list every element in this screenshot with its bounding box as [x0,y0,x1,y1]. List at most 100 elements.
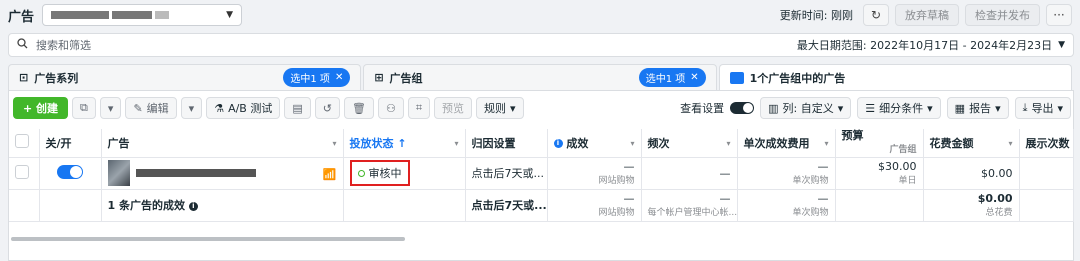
export-button[interactable]: ⤓ 导出 ▾ [1014,97,1071,119]
chevron-down-icon: ▾ [510,101,516,115]
summary-cpr-cell: — 单次购物 [737,189,836,222]
ad-name-cell: 📶 [101,157,344,190]
column-header-delivery[interactable]: 投放状态 ↑ ▾ [343,129,466,158]
date-range-picker[interactable]: 最大日期范围: 2022年10月17日 - 2024年2月23日 ▼ [797,37,1065,53]
frequency-value: — [719,166,731,180]
sort-icon: ▾ [630,139,635,148]
column-header-results[interactable]: i 成效 ▾ [547,129,642,158]
attribution-cell: 点击后7天或... [465,157,548,190]
header-label: 单次成效费用 [743,136,810,150]
close-icon[interactable]: ✕ [690,72,698,83]
summary-status-cell [343,189,466,222]
clipboard-icon: ▤ [292,101,303,115]
column-header-attribution[interactable]: 归因设置 [465,129,548,158]
sort-icon: ▾ [726,139,731,148]
tab-ad-sets[interactable]: ⊞ 广告组 选中1 项 ✕ [363,64,717,90]
chevron-down-icon: ▾ [927,101,933,115]
pencil-icon: ✎ [133,101,143,115]
rules-button[interactable]: 规则 ▾ [476,97,524,119]
summary-spend-value: $0.00 [977,192,1013,205]
undo-button[interactable]: ↺ [314,97,340,119]
tab-ads[interactable]: 1个广告组中的广告 [718,64,1072,90]
column-header-toggle[interactable]: 关/开 [39,129,102,158]
ad-on-off-toggle[interactable] [57,164,83,179]
summary-frequency-cell: — 每个帐户管理中心帐... [641,189,738,222]
tab-label: 广告系列 [34,71,79,85]
header-sublabel: 广告组 [889,145,917,156]
duplicate-icon: ⧉ [80,101,88,114]
duplicate-dropdown[interactable]: ▾ [99,97,122,119]
ab-test-label: A/B 测试 [228,102,273,115]
page-title: 广告 [8,9,35,25]
table-header-row: 关/开 广告 ▾ 投放状态 ↑ ▾ 归因设置 i 成效 ▾ 频次 ▾ 单次成效费用 ▾ 预… [9,129,1074,158]
breakdown-label: 细分条件 [879,102,924,115]
tab-campaigns[interactable]: ⊡ 广告系列 选中1 项 ✕ [8,64,362,90]
column-header-spend[interactable]: 花费金额 ▾ [923,129,1020,158]
select-all-checkbox[interactable] [15,134,29,149]
table-row[interactable]: 📶 审核中 点击后7天或... — 网站购物 — — 单次购物 $30.00 单日 $… [9,157,1074,190]
ads-panel: + 创建 ⧉ ▾ ✎ 编辑 ▾ ⚗ A/B 测试 ▤ ↺ 🗑 ⚇ ⌗ 预览 规则 ▾ … [8,90,1074,261]
results-sublabel: 网站购物 [598,176,635,186]
close-icon[interactable]: ✕ [335,72,343,83]
column-header-ad[interactable]: 广告 ▾ [101,129,344,158]
discard-drafts-button[interactable]: 放弃草稿 [895,4,959,26]
level-tabs: ⊡ 广告系列 选中1 项 ✕ ⊞ 广告组 选中1 项 ✕ 1个广告组中的广告 [8,64,1074,90]
tab-label: 1个广告组中的广告 [749,71,846,85]
breakdown-button[interactable]: ☰ 细分条件 ▾ [857,97,941,119]
cpr-value: — [817,160,829,173]
summary-label: 1 条广告的成效 [107,199,185,212]
rules-label: 规则 [484,102,507,115]
summary-results-value: — [623,192,635,205]
columns-button[interactable]: ▥ 列: 自定义 ▾ [760,97,852,119]
columns-icon: ▥ [768,101,779,115]
info-icon: i [553,139,563,149]
chip-label: 选中1 项 [290,74,330,85]
row-checkbox[interactable] [15,164,29,179]
summary-impressions-cell [1019,189,1074,222]
flask-icon: ⚗ [214,101,225,115]
review-publish-button[interactable]: 检查并发布 [965,4,1040,26]
summary-toggle-cell [39,189,102,222]
column-header-impressions[interactable]: 展示次数 [1019,129,1074,158]
redacted-ad-name[interactable] [135,169,256,177]
create-button[interactable]: + 创建 [13,97,69,119]
search-filter-bar[interactable]: 搜索和筛选 最大日期范围: 2022年10月17日 - 2024年2月23日 ▼ [8,33,1074,57]
reports-button[interactable]: ▦ 报告 ▾ [946,97,1009,119]
audience-button[interactable]: ⚇ [377,97,404,119]
toolbar: + 创建 ⧉ ▾ ✎ 编辑 ▾ ⚗ A/B 测试 ▤ ↺ 🗑 ⚇ ⌗ 预览 规则 ▾ … [13,96,1071,120]
preview-button[interactable]: 预览 [434,97,473,119]
tag-button[interactable]: ⌗ [407,97,431,119]
report-icon: ▦ [954,101,966,115]
summary-spend-sublabel: 总花费 [985,208,1013,218]
view-settings-label: 查看设置 [680,102,725,115]
selection-chip[interactable]: 选中1 项 ✕ [638,68,706,87]
date-range-label: 最大日期范围: 2022年10月17日 - 2024年2月23日 [796,39,1053,52]
column-header-frequency[interactable]: 频次 ▾ [641,129,738,158]
people-icon: ⚇ [385,101,396,115]
clipboard-button[interactable]: ▤ [284,97,311,119]
edit-dropdown[interactable]: ▾ [180,97,203,119]
ad-icon [729,71,744,84]
ab-test-button[interactable]: ⚗ A/B 测试 [206,97,281,119]
view-settings-toggle[interactable] [730,102,755,114]
selection-chip[interactable]: 选中1 项 ✕ [283,68,351,87]
delete-button[interactable]: 🗑 [343,97,374,119]
chart-icon[interactable]: 📶 [323,168,337,181]
info-icon[interactable]: i [188,201,198,211]
duplicate-button[interactable]: ⧉ [72,97,96,119]
search-input[interactable]: 搜索和筛选 [36,37,91,53]
folder-icon: ⊡ [19,71,29,84]
column-header-budget[interactable]: 预算 广告组 [835,129,924,158]
sort-icon: ▾ [1008,139,1013,148]
refresh-icon[interactable]: ↻ [863,4,889,26]
edit-button[interactable]: ✎ 编辑 [125,97,177,119]
breakdown-icon: ☰ [865,101,876,115]
select-all-header [9,129,40,158]
horizontal-scrollbar[interactable] [11,237,405,241]
export-label: 导出 [1031,102,1054,115]
account-selector[interactable]: ▼ [42,4,243,26]
column-header-cost-per-result[interactable]: 单次成效费用 ▾ [737,129,836,158]
cpr-sublabel: 单次购物 [792,176,829,186]
summary-label-cell: 1 条广告的成效 i [101,189,344,222]
more-options-button[interactable]: ··· [1046,4,1072,26]
